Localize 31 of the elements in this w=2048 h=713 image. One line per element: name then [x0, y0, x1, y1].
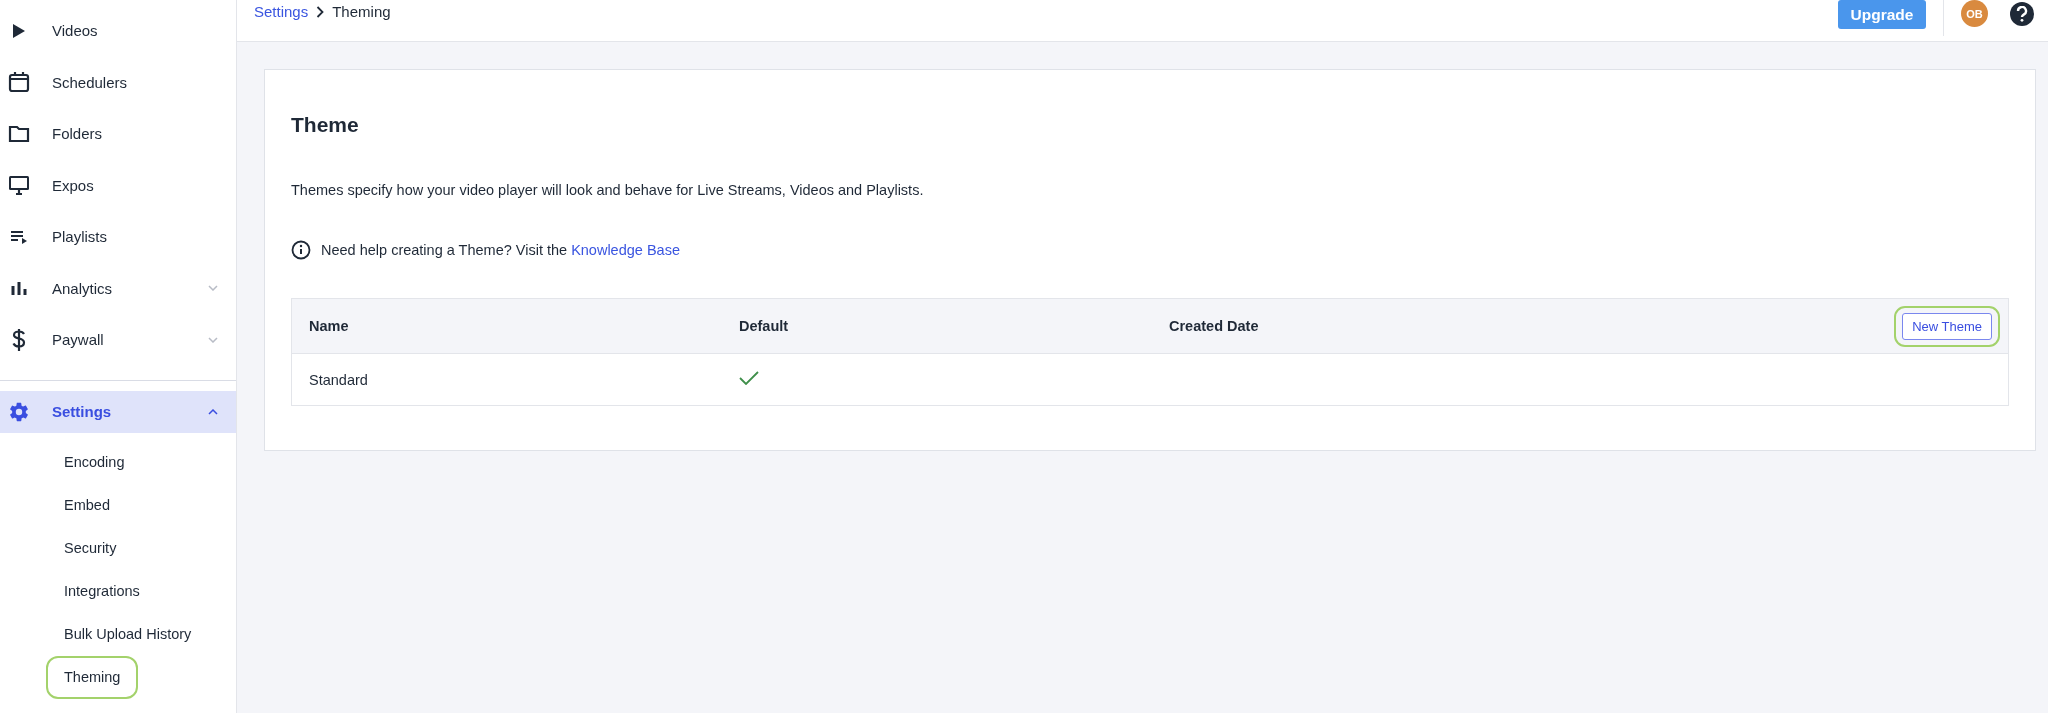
- help-text: Need help creating a Theme? Visit the: [321, 242, 568, 258]
- sidebar-subitem[interactable]: Integrations: [46, 569, 158, 613]
- new-theme-button[interactable]: New Theme: [1902, 312, 1992, 340]
- monitor-icon: [8, 174, 30, 197]
- chevron-right-icon: [316, 5, 325, 18]
- breadcrumb-link[interactable]: Settings: [254, 3, 309, 20]
- column-header: Name: [309, 318, 350, 334]
- sidebar-subitem[interactable]: Bulk Upload History: [46, 612, 210, 656]
- sidebar-item[interactable]: Expos: [0, 159, 236, 211]
- info-icon: [291, 240, 311, 260]
- sidebar-item[interactable]: Folders: [0, 108, 236, 160]
- column-header: Default: [739, 318, 790, 334]
- sidebar-item[interactable]: Analytics: [0, 262, 236, 314]
- breadcrumb-current: Theming: [332, 3, 391, 20]
- sidebar-item[interactable]: Settings: [0, 390, 236, 433]
- sidebar-subitem[interactable]: Theming: [46, 655, 139, 699]
- column-header: Created Date: [1169, 318, 1260, 334]
- sidebar-item[interactable]: Schedulers: [0, 56, 236, 108]
- settings-icon: [8, 400, 30, 423]
- sidebar-item[interactable]: Videos: [0, 5, 236, 57]
- knowledge-base-link[interactable]: Knowledge Base: [571, 242, 680, 258]
- card-title: Theme: [291, 113, 360, 137]
- calendar-icon: [8, 71, 30, 94]
- sidebar-item[interactable]: Playlists: [0, 211, 236, 263]
- sidebar-subitem[interactable]: Embed: [46, 483, 128, 527]
- help-icon[interactable]: [2010, 2, 2034, 26]
- table-cell-text: Standard: [309, 371, 369, 388]
- sidebar-subitem[interactable]: Encoding: [46, 440, 143, 484]
- sidebar-subitem[interactable]: Security: [46, 526, 135, 570]
- description-text: Themes specify how your video player will look and behave for Live Streams, Videos and Playlists.: [291, 182, 925, 198]
- sidebar-item[interactable]: Paywall: [0, 314, 236, 366]
